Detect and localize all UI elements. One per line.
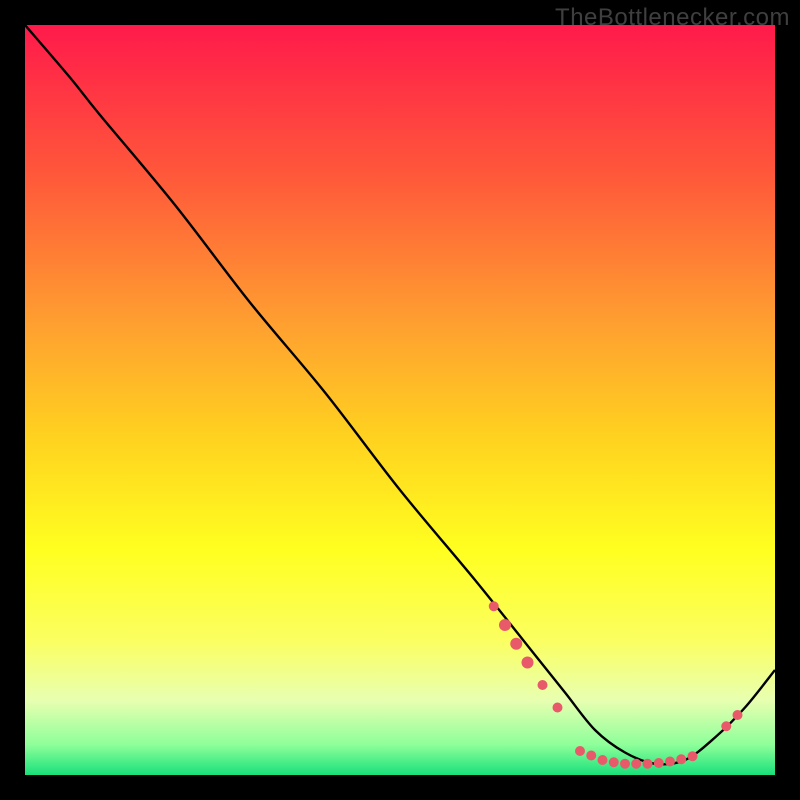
marker-point [609, 757, 619, 767]
marker-point [620, 759, 630, 769]
marker-point [676, 754, 686, 764]
marker-point [586, 751, 596, 761]
marker-point [721, 721, 731, 731]
marker-point [631, 759, 641, 769]
marker-point [510, 638, 522, 650]
marker-point [575, 746, 585, 756]
bottleneck-chart [25, 25, 775, 775]
marker-point [499, 619, 511, 631]
marker-point [688, 751, 698, 761]
marker-point [733, 710, 743, 720]
chart-frame: TheBottlenecker.com [0, 0, 800, 800]
marker-point [665, 757, 675, 767]
marker-point [538, 680, 548, 690]
watermark-text: TheBottlenecker.com [555, 4, 790, 32]
marker-point [643, 759, 653, 769]
marker-point [522, 657, 534, 669]
marker-point [489, 601, 499, 611]
marker-point [553, 703, 563, 713]
gradient-background [25, 25, 775, 775]
marker-point [654, 758, 664, 768]
plot-area [25, 25, 775, 775]
marker-point [598, 755, 608, 765]
